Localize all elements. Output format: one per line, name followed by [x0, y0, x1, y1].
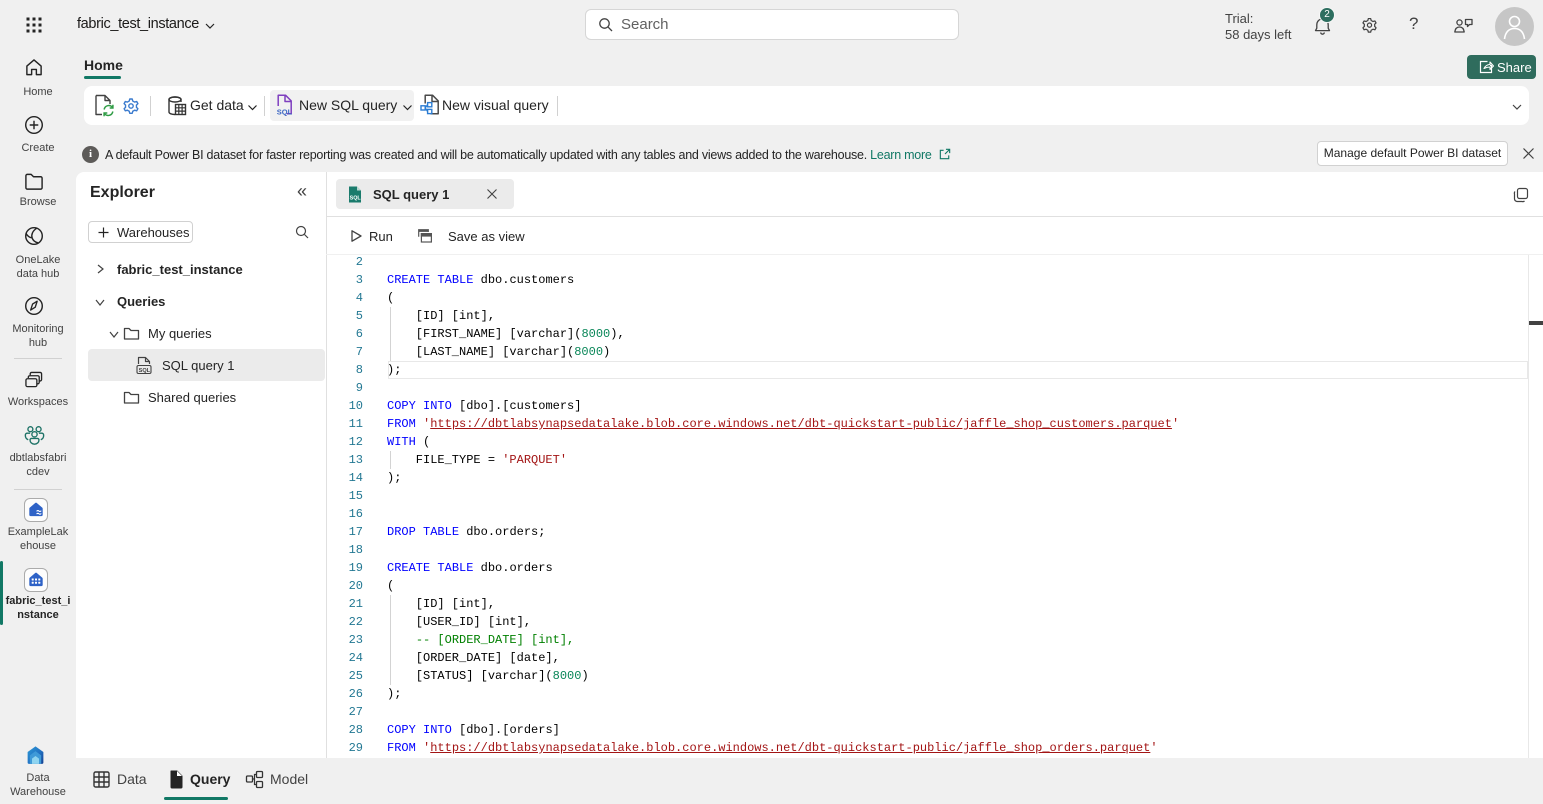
svg-text:SQL: SQL — [277, 108, 293, 116]
svg-text:SQL: SQL — [139, 368, 151, 374]
svg-text:SQL: SQL — [350, 196, 362, 202]
